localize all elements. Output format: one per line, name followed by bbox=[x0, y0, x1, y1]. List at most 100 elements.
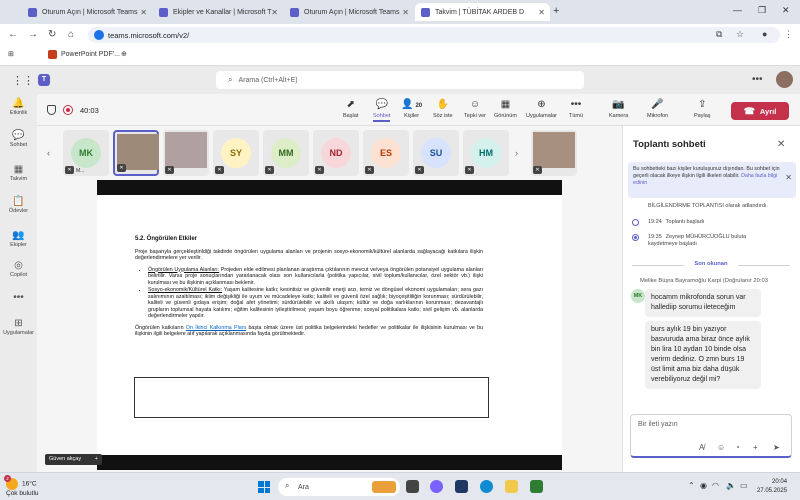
browser-tab-2[interactable]: Ekipler ve Kanallar | Microsoft T ✕ bbox=[153, 3, 283, 21]
toolbar-react-button[interactable]: ☺ Tepki ver bbox=[464, 99, 486, 119]
toolbar-label: Mikrofon bbox=[647, 113, 669, 119]
apps-grid-icon[interactable]: ⊞ bbox=[8, 50, 14, 58]
forward-icon[interactable]: → bbox=[28, 29, 38, 40]
chevron-left-icon[interactable]: ‹ bbox=[47, 148, 50, 158]
emoji-icon[interactable]: ☺ bbox=[717, 443, 725, 452]
sticker-icon[interactable]: ◔ bbox=[735, 443, 740, 452]
close-tab-icon[interactable]: ✕ bbox=[271, 8, 278, 17]
rail-label: Takvim bbox=[9, 176, 28, 182]
rail-item-sohbet[interactable]: 💬 Sohbet bbox=[0, 130, 37, 148]
participant-tile[interactable]: ES ✕ bbox=[363, 130, 409, 176]
chat-message[interactable]: burs aylık 19 bin yazıyor basvuruda ama … bbox=[645, 321, 761, 389]
browser-menu-icon[interactable]: ⋮ bbox=[784, 29, 793, 40]
browser-tab-1[interactable]: Oturum Açın | Microsoft Teams ✕ bbox=[22, 3, 152, 21]
rail-label: Etkinlik bbox=[9, 110, 28, 116]
participant-tile[interactable]: ND ✕ bbox=[313, 130, 359, 176]
participant-tile[interactable]: MK ✕ M... bbox=[63, 130, 109, 176]
site-info-icon[interactable] bbox=[94, 30, 104, 40]
toolbar-label: Başlat bbox=[343, 113, 359, 119]
new-tab-icon[interactable]: + bbox=[553, 5, 559, 17]
tab-label: Oturum Açın | Microsoft Teams bbox=[42, 8, 138, 16]
avatar[interactable]: MK bbox=[631, 289, 645, 303]
browser-tab-3[interactable]: Oturum Açın | Microsoft Teams ✕ bbox=[284, 3, 414, 21]
reload-icon[interactable]: ↻ bbox=[48, 29, 56, 40]
participant-tile[interactable]: ✕ bbox=[113, 130, 159, 176]
clock[interactable]: 20:04 27.05.2025 bbox=[757, 478, 787, 496]
chat-system-line: BİLGİLENDİRME TOPLANTISI olarak adlandır… bbox=[648, 203, 768, 209]
battery-icon[interactable]: ▭ bbox=[740, 481, 748, 490]
share-screen-icon: ⇪ bbox=[698, 99, 707, 110]
toolbar-people-button[interactable]: 👤 20 Kişiler bbox=[401, 99, 422, 119]
participant-tile[interactable]: SU ✕ bbox=[413, 130, 459, 176]
search-input[interactable]: ⌕ Arama (Ctrl+Alt+E) bbox=[216, 71, 584, 89]
message-compose-box[interactable]: Bir ileti yazın A̸ ☺ ◔ + ➤ bbox=[630, 414, 792, 458]
home-icon[interactable]: ⌂ bbox=[68, 29, 74, 40]
browser-tab-4-active[interactable]: Takvim | TÜBİTAK ARDEB D ✕ bbox=[415, 3, 550, 21]
toolbar-label: Söz iste bbox=[433, 113, 453, 119]
user-avatar[interactable] bbox=[776, 71, 793, 88]
toolbar-raise-hand-button[interactable]: ✋ Söz iste bbox=[433, 99, 453, 119]
chat-message[interactable]: hocamm mikrofonda sorun var hallediip so… bbox=[645, 289, 761, 317]
tray-chevron-icon[interactable]: ⌃ bbox=[688, 481, 695, 490]
toolbar-view-button[interactable]: ▦ Görünüm bbox=[494, 99, 517, 119]
rail-item-uygulamalar[interactable]: ⊞ Uygulamalar bbox=[0, 318, 37, 336]
edge-icon[interactable] bbox=[480, 480, 493, 493]
close-tab-icon[interactable]: ✕ bbox=[402, 8, 409, 17]
close-tab-icon[interactable]: ✕ bbox=[538, 8, 545, 17]
profile-icon[interactable]: ● bbox=[762, 29, 767, 39]
leave-button[interactable]: ☎ Ayrıl bbox=[731, 102, 789, 120]
url-text: teams.microsoft.com/v2/ bbox=[108, 30, 190, 40]
weather-widget[interactable]: 2 16°C Çok bulutlu bbox=[4, 475, 39, 498]
settings-more-icon[interactable]: ••• bbox=[752, 74, 763, 85]
mic-muted-icon: ✕ bbox=[533, 166, 542, 174]
volume-icon[interactable]: 🔈 bbox=[726, 481, 736, 490]
restore-icon[interactable]: ❐ bbox=[758, 5, 766, 16]
toolbar-camera-button[interactable]: 📷 Kamera bbox=[609, 99, 628, 119]
back-icon[interactable]: ← bbox=[8, 29, 18, 40]
copilot-app-icon[interactable] bbox=[430, 480, 443, 493]
toolbar-apps-button[interactable]: ⊕ Uygulamalar bbox=[526, 99, 557, 119]
chrome-icon[interactable] bbox=[530, 480, 543, 493]
dismiss-notice-icon[interactable]: ✕ bbox=[785, 174, 792, 182]
url-field[interactable]: teams.microsoft.com/v2/ bbox=[88, 27, 780, 43]
add-icon[interactable]: + bbox=[753, 443, 758, 452]
file-explorer-icon[interactable] bbox=[505, 480, 518, 493]
bookmark-star-icon[interactable]: ☆ bbox=[736, 29, 744, 40]
globe-icon[interactable]: ⊕ bbox=[121, 50, 127, 58]
chevron-right-icon[interactable]: › bbox=[515, 148, 518, 158]
participant-tile[interactable]: HM ✕ bbox=[463, 130, 509, 176]
wifi-icon[interactable]: ◠ bbox=[712, 481, 719, 490]
toolbar-mic-button[interactable]: 🎤 Mikrofon bbox=[647, 99, 668, 119]
tray-app-icon[interactable]: ◉ bbox=[700, 481, 707, 490]
toolbar-more-button[interactable]: ••• Tümü bbox=[569, 99, 583, 119]
start-icon[interactable] bbox=[258, 481, 270, 493]
rail-item-copilot[interactable]: ◎ Copilot bbox=[0, 260, 37, 278]
shield-icon[interactable] bbox=[47, 105, 56, 115]
format-icon[interactable]: A̸ bbox=[699, 443, 704, 452]
rail-item-etkinlik[interactable]: 🔔 Etkinlik bbox=[0, 98, 37, 116]
participant-tile[interactable]: ✕ bbox=[163, 130, 209, 176]
close-icon[interactable]: ✕ bbox=[777, 139, 785, 150]
add-icon[interactable]: + bbox=[95, 456, 98, 462]
install-app-icon[interactable]: ⧉ bbox=[716, 29, 722, 40]
participant-tile[interactable]: SY ✕ bbox=[213, 130, 259, 176]
rail-item-ekipler[interactable]: 👥 Ekipler bbox=[0, 230, 37, 248]
toolbar-chat-button[interactable]: 💬 Sohbet bbox=[373, 99, 391, 122]
rail-item-more[interactable]: ••• bbox=[0, 292, 37, 304]
send-icon[interactable]: ➤ bbox=[773, 443, 780, 452]
close-window-icon[interactable]: ✕ bbox=[782, 5, 790, 16]
participant-tile[interactable]: MM ✕ bbox=[263, 130, 309, 176]
toolbar-share-screen-button[interactable]: ⇪ Paylaş bbox=[694, 99, 711, 119]
rail-item-takvim[interactable]: ▦ Takvim bbox=[0, 164, 37, 182]
file-app-icon[interactable] bbox=[455, 480, 468, 493]
close-tab-icon[interactable]: ✕ bbox=[140, 8, 147, 17]
app-launcher-icon[interactable]: ⋮⋮ bbox=[12, 74, 34, 87]
taskbar-search[interactable]: ⌕ Ara bbox=[278, 478, 400, 496]
rail-item-ödevler[interactable]: 📋 Ödevler bbox=[0, 196, 37, 214]
bookmark-powerpoint[interactable]: PowerPoint PDF'... bbox=[48, 50, 120, 59]
toolbar-share-button[interactable]: ⬈ Başlat bbox=[343, 99, 358, 119]
mic-muted-icon: ✕ bbox=[365, 166, 374, 174]
participant-tile[interactable]: ✕ bbox=[531, 130, 577, 176]
task-view-icon[interactable] bbox=[406, 480, 419, 493]
minimize-icon[interactable]: — bbox=[733, 5, 742, 15]
